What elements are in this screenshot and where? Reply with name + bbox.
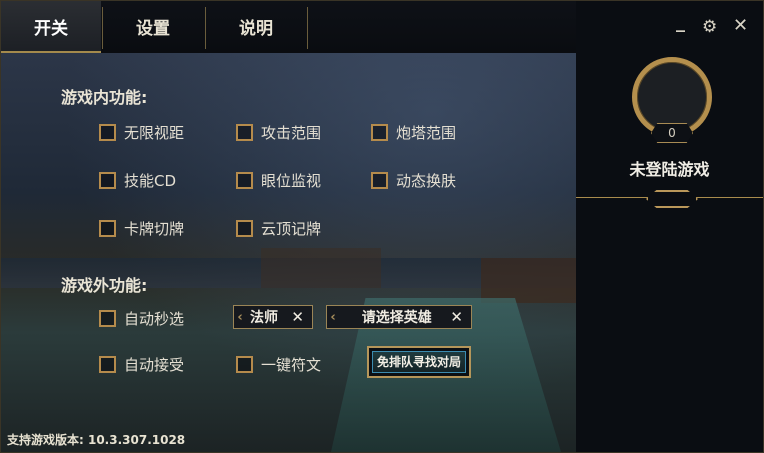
in-game-section-title: 游戏内功能: [61, 88, 148, 107]
checkbox-label: 一键符文 [261, 356, 322, 374]
checkbox-label: 动态换肤 [396, 172, 457, 190]
close-icon[interactable]: ✕ [733, 16, 748, 36]
checkbox-unlimited-view[interactable]: 无限视距 [99, 122, 184, 143]
background-scene [261, 248, 381, 288]
tab-switch[interactable]: 开关 [1, 1, 101, 53]
checkbox-label: 炮塔范围 [396, 124, 457, 142]
checkbox-box[interactable] [99, 310, 116, 327]
checkbox-card-switch[interactable]: 卡牌切牌 [99, 218, 184, 239]
checkbox-auto-accept[interactable]: 自动接受 [99, 354, 184, 375]
role-select-value: 法师 [250, 310, 278, 326]
tab-bar: 开关 设置 说明 [1, 1, 576, 53]
background-scene [481, 258, 576, 303]
tab-divider [307, 7, 308, 49]
chevron-left-icon: ‹ [330, 309, 336, 325]
checkbox-box[interactable] [236, 172, 253, 189]
queue-skip-button[interactable]: 免排队寻找对局 [367, 346, 471, 378]
divider-ornament [646, 190, 698, 208]
minimize-icon[interactable]: _ [676, 13, 685, 33]
checkbox-auto-pick[interactable]: 自动秒选 [99, 308, 184, 329]
checkbox-box[interactable] [371, 172, 388, 189]
chevron-left-icon: ‹ [237, 309, 243, 325]
checkbox-label: 云顶记牌 [261, 220, 322, 238]
clear-icon[interactable]: ✕ [291, 308, 304, 326]
checkbox-label: 眼位监视 [261, 172, 322, 190]
tab-settings[interactable]: 设置 [103, 1, 203, 53]
checkbox-box[interactable] [99, 220, 116, 237]
gear-icon[interactable]: ⚙ [702, 17, 717, 37]
hero-select[interactable]: ‹ 请选择英雄 ✕ [326, 305, 472, 329]
profile-panel: _ ⚙ ✕ 0 未登陆游戏 [576, 1, 763, 452]
checkbox-box[interactable] [371, 124, 388, 141]
checkbox-turret-range[interactable]: 炮塔范围 [371, 122, 456, 143]
checkbox-label: 攻击范围 [261, 124, 322, 142]
checkbox-box[interactable] [236, 220, 253, 237]
main-panel: 游戏内功能: 无限视距 攻击范围 炮塔范围 技能CD 眼位监视 动态换肤 卡牌切… [1, 53, 576, 452]
checkbox-skill-cd[interactable]: 技能CD [99, 170, 176, 191]
login-status: 未登陆游戏 [629, 160, 710, 179]
app-window: 开关 设置 说明 游戏内功能: 无限视距 攻击范围 炮塔范围 技能CD 眼位监视… [0, 0, 764, 453]
checkbox-label: 技能CD [124, 172, 177, 190]
checkbox-label: 自动接受 [124, 356, 185, 374]
clear-icon[interactable]: ✕ [450, 308, 463, 326]
role-select[interactable]: ‹ 法师 ✕ [233, 305, 313, 329]
level-badge: 0 [651, 123, 693, 143]
checkbox-box[interactable] [236, 356, 253, 373]
checkbox-box[interactable] [99, 124, 116, 141]
checkbox-box[interactable] [99, 172, 116, 189]
checkbox-attack-range[interactable]: 攻击范围 [236, 122, 321, 143]
checkbox-one-key-rune[interactable]: 一键符文 [236, 354, 321, 375]
out-game-section-title: 游戏外功能: [61, 276, 148, 295]
checkbox-ward-monitor[interactable]: 眼位监视 [236, 170, 321, 191]
version-text: 支持游戏版本: 10.3.307.1028 [7, 433, 186, 447]
queue-skip-button-label: 免排队寻找对局 [372, 351, 466, 373]
checkbox-tft-card-track[interactable]: 云顶记牌 [236, 218, 321, 239]
tab-help[interactable]: 说明 [206, 1, 306, 53]
checkbox-dynamic-skin[interactable]: 动态换肤 [371, 170, 456, 191]
checkbox-label: 卡牌切牌 [124, 220, 185, 238]
hero-select-value: 请选择英雄 [361, 310, 432, 326]
checkbox-box[interactable] [99, 356, 116, 373]
checkbox-label: 无限视距 [124, 124, 185, 142]
checkbox-label: 自动秒选 [124, 310, 185, 328]
checkbox-box[interactable] [236, 124, 253, 141]
